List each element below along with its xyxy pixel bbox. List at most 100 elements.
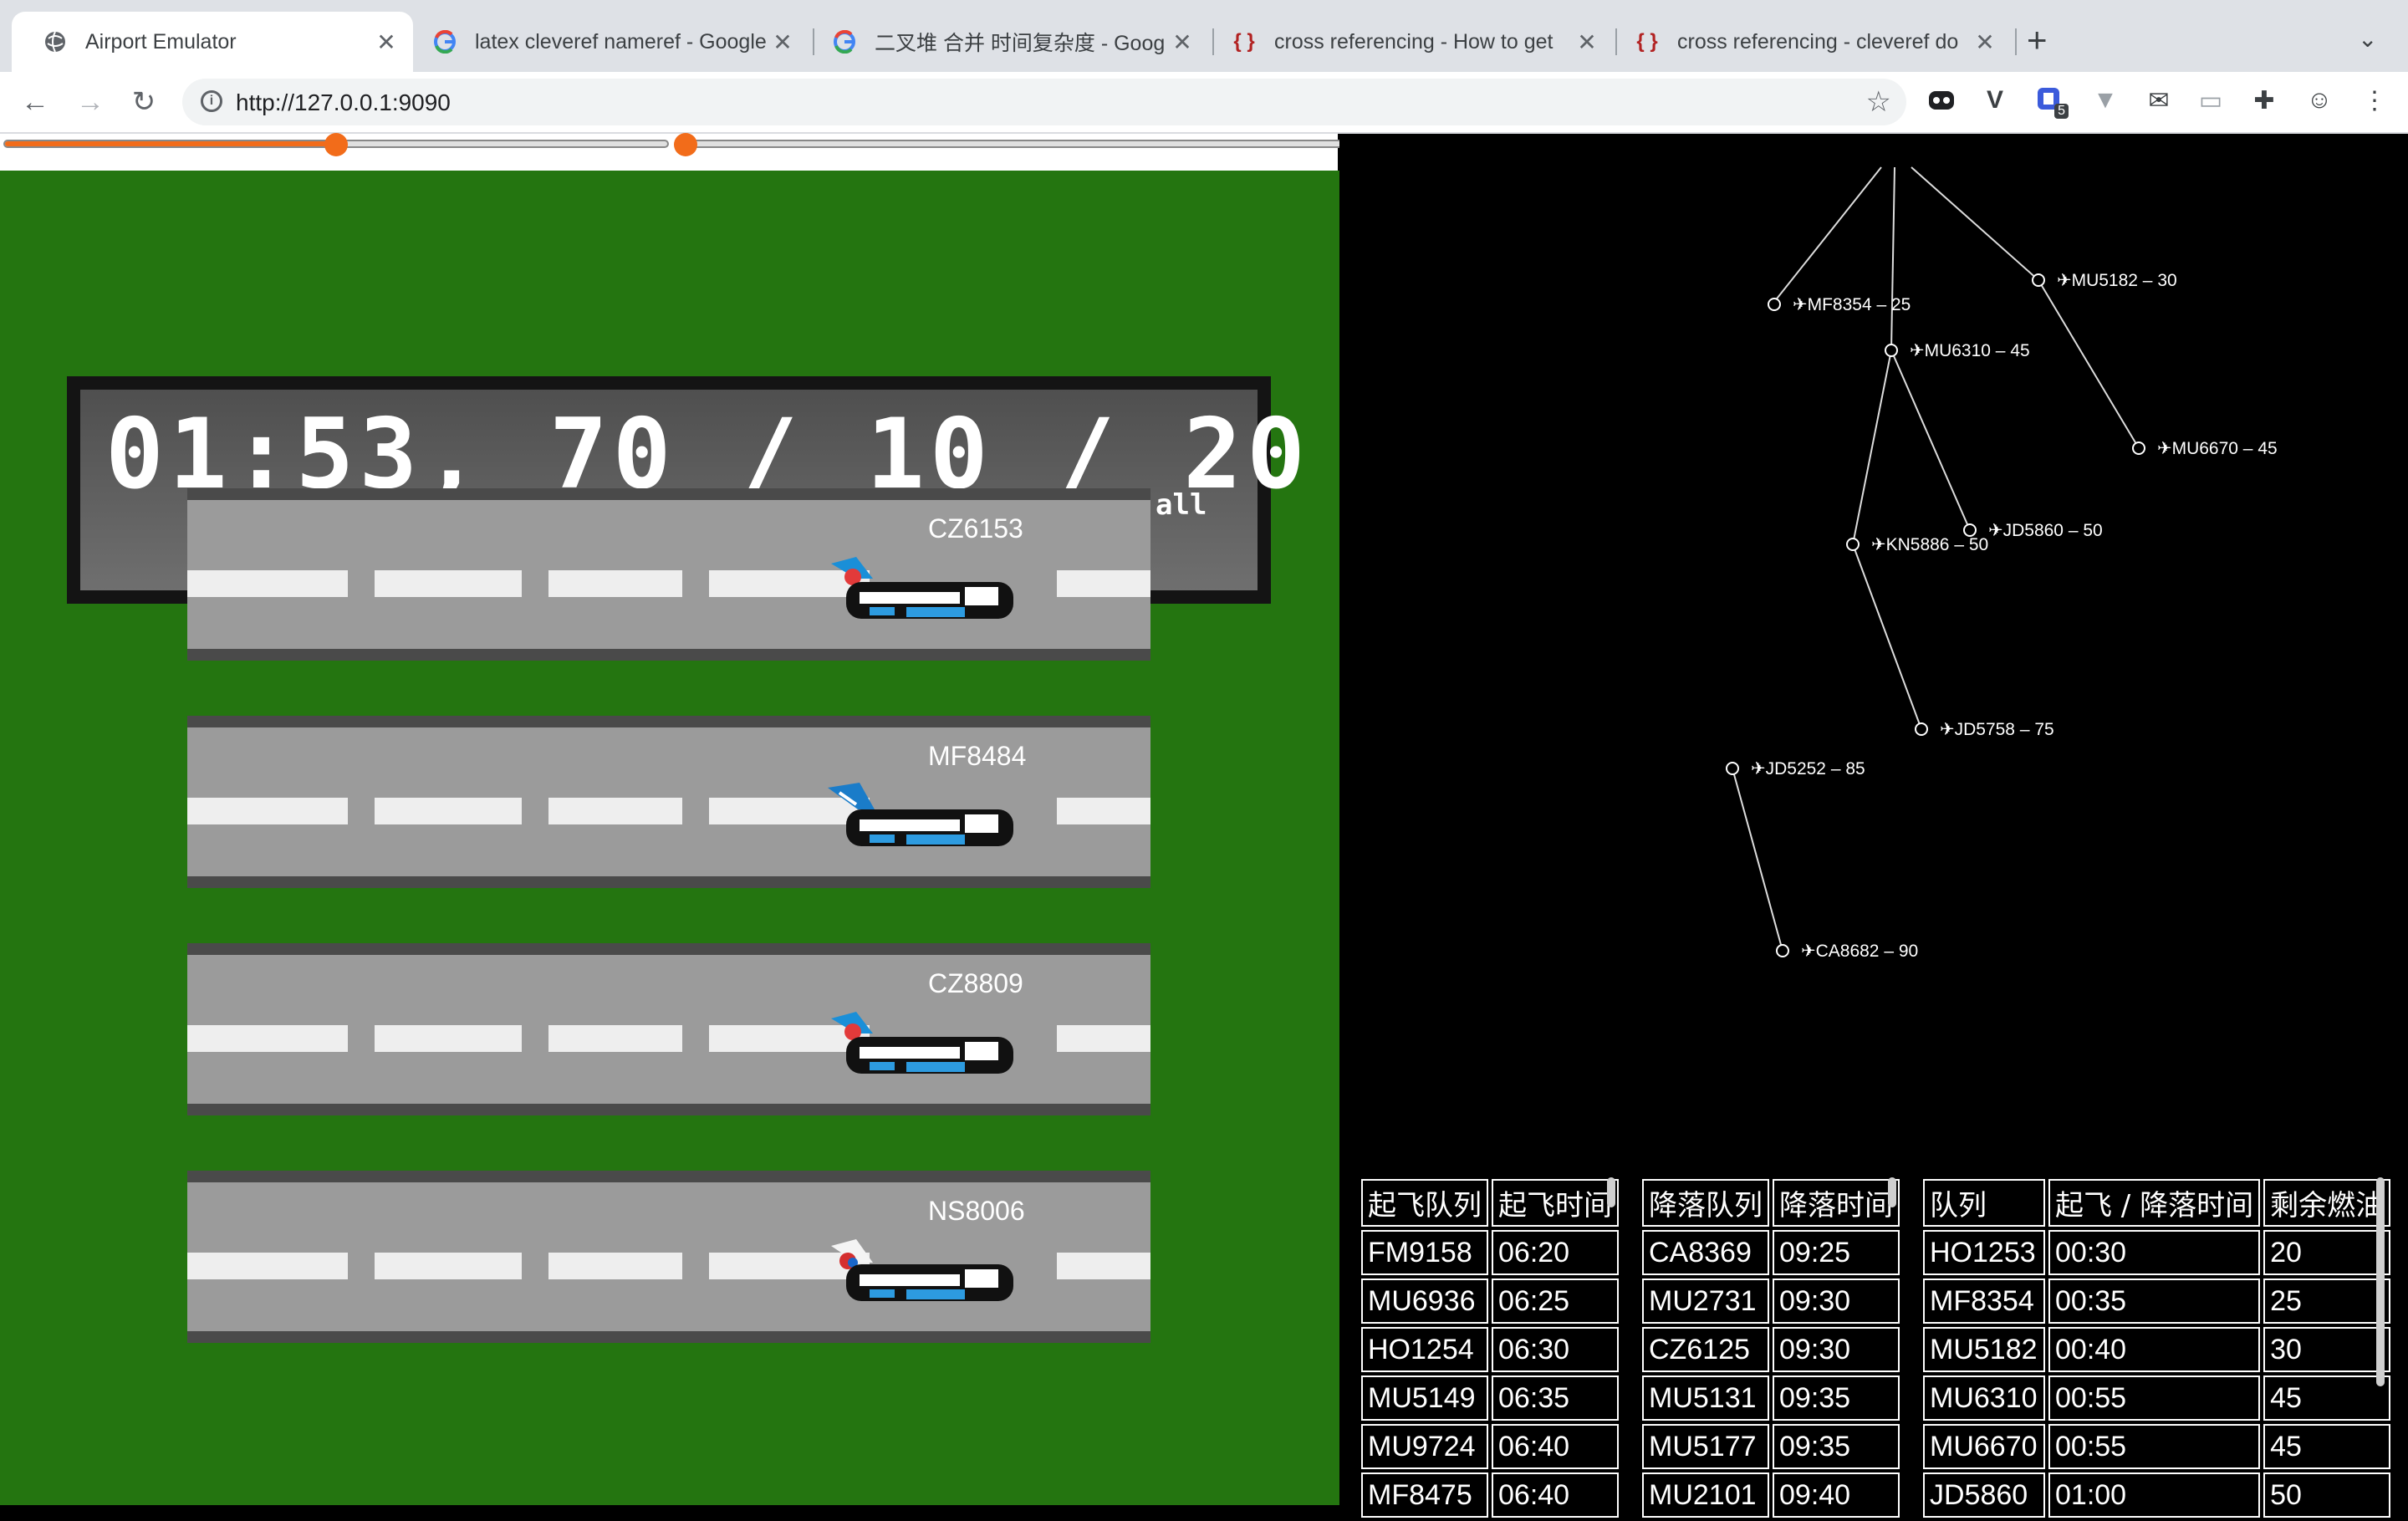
extension-badge-count: 5 (2054, 104, 2069, 119)
tab-google-heap[interactable]: 二叉堆 合并 时间复杂度 - Google ✕ (816, 12, 1209, 72)
tree-node-label: ✈CA8682 – 90 (1801, 942, 1918, 961)
table-row: MU9724 06:40 (1361, 1424, 1619, 1469)
airplane-icon (831, 557, 1013, 619)
flight-cell: HO1254 (1361, 1327, 1488, 1372)
tab-title: latex cleveref nameref - Google (475, 29, 766, 54)
table-header-row: 起飞队列 起飞时间 (1361, 1179, 1619, 1227)
info-icon[interactable]: i (201, 90, 222, 112)
tree-edge (1732, 768, 1783, 952)
document-icon[interactable]: ▭ (2192, 82, 2229, 119)
tab-title: cross referencing - How to get (1274, 29, 1553, 54)
tree-edge (1852, 350, 1892, 545)
takeoff-table-scrollbar[interactable] (1607, 1177, 1615, 1207)
flight-cell: MF8354 (1923, 1279, 2045, 1324)
menu-icon[interactable]: ⋮ (2356, 82, 2393, 119)
puzzle-icon[interactable]: ✚ (2246, 82, 2283, 119)
runway-2: MF8484 (187, 716, 1150, 888)
time-cell: 01:00 (2048, 1473, 2261, 1518)
extension-badge-icon[interactable]: 5 (2032, 82, 2069, 119)
time-cell: 06:25 (1492, 1279, 1619, 1324)
close-icon[interactable]: ✕ (1968, 28, 2002, 56)
tab-google-cleveref[interactable]: latex cleveref nameref - Google ✕ (416, 12, 809, 72)
bookmark-star-icon[interactable]: ☆ (1866, 85, 1891, 119)
tree-node-label: ✈KN5886 – 50 (1871, 535, 1988, 554)
queue-heap-tree: ✈MF8354 – 25 ✈MU5182 – 30 ✈MU6310 – 45 ✈… (1726, 166, 2278, 961)
close-icon[interactable]: ✕ (370, 28, 403, 56)
speed-slider-thumb[interactable] (324, 133, 348, 156)
close-icon[interactable]: ✕ (766, 28, 799, 56)
back-icon[interactable]: ← (17, 84, 54, 120)
runway-flight-label: CZ8809 (928, 968, 1023, 998)
tree-node-label: ✈JD5252 – 85 (1751, 759, 1865, 778)
time-cell: 09:30 (1773, 1327, 1900, 1372)
speed-slider[interactable] (3, 133, 669, 156)
time-cell: 00:30 (2048, 1230, 2261, 1275)
all-label: all (1156, 488, 1207, 522)
column-header: 队列 (1923, 1179, 2045, 1227)
flight-cell: HO1253 (1923, 1230, 2045, 1275)
close-icon[interactable]: ✕ (1570, 28, 1604, 56)
runway-1: CZ6153 (187, 488, 1150, 661)
tab-airport-emulator[interactable]: Airport Emulator ✕ (12, 12, 413, 72)
table-row: MF8475 06:40 (1361, 1473, 1619, 1518)
flight-cell: MU6310 (1923, 1376, 2045, 1421)
table-row: MU5131 09:35 (1642, 1376, 1900, 1421)
google-icon (833, 30, 856, 54)
tree-node-label: ✈MU6670 – 45 (2157, 439, 2278, 458)
flight-cell: CA8369 (1642, 1230, 1769, 1275)
flight-cell: MU5182 (1923, 1327, 2045, 1372)
flight-cell: CZ6125 (1642, 1327, 1769, 1372)
table-row: JD5860 01:00 50 (1923, 1473, 2391, 1518)
stackexchange-icon: { } (1636, 30, 1658, 53)
flight-cell: MU6936 (1361, 1279, 1488, 1324)
tab-title: 二叉堆 合并 时间复杂度 - Google (875, 32, 1166, 55)
extension-v-icon[interactable]: V (1977, 82, 2013, 119)
address-bar[interactable]: i http://127.0.0.1:9090 ☆ (182, 79, 1906, 125)
tree-node-ca8682: ✈CA8682 – 90 (1776, 942, 1918, 961)
time-cell: 06:40 (1492, 1473, 1619, 1518)
airplane-icon (831, 1012, 1013, 1074)
runway-flight-label: MF8484 (928, 741, 1027, 771)
stackexchange-icon: { } (1233, 30, 1255, 53)
tab-tex-stackexchange-1[interactable]: { } cross referencing - How to get ✕ (1216, 12, 1614, 72)
runway-flight-label: CZ6153 (928, 513, 1023, 544)
column-header: 起飞 / 降落时间 (2048, 1179, 2261, 1227)
airplane-icon (828, 783, 1013, 846)
priority-table-scrollbar[interactable] (2376, 1177, 2385, 1386)
new-tab-button[interactable]: + (2027, 22, 2048, 59)
flight-cell: MU2731 (1642, 1279, 1769, 1324)
tree-node-kn5886: ✈KN5886 – 50 (1846, 535, 1988, 554)
tab-title: Airport Emulator (85, 29, 237, 54)
landing-table-scrollbar[interactable] (1888, 1177, 1896, 1207)
time-cell: 09:25 (1773, 1230, 1900, 1275)
runway-3: CZ8809 (187, 943, 1150, 1115)
column-header: 起飞队列 (1361, 1179, 1488, 1227)
tab-tex-stackexchange-2[interactable]: { } cross referencing - cleveref do ✕ (1619, 12, 2012, 72)
landing-queue-table: 降落队列 降落时间 CA8369 09:25 MU2731 09:30 CZ6125… (1639, 1176, 1903, 1521)
mail-icon[interactable]: ✉ (2140, 82, 2177, 119)
tree-node-jd5758: ✈JD5758 – 75 (1915, 720, 2054, 739)
flight-cell: MU6670 (1923, 1424, 2045, 1469)
reload-icon[interactable]: ↻ (125, 84, 162, 120)
close-icon[interactable]: ✕ (1166, 28, 1199, 56)
tree-edge (1890, 350, 1971, 531)
extension-vue-icon[interactable]: ▼ (2087, 82, 2124, 119)
flight-cell: MU5149 (1361, 1376, 1488, 1421)
position-slider-thumb[interactable] (674, 133, 697, 156)
table-row: MU6670 00:55 45 (1923, 1424, 2391, 1469)
tab-separator (813, 28, 814, 55)
forward-icon[interactable]: → (72, 84, 109, 120)
position-slider[interactable] (674, 133, 1344, 156)
tab-search-icon[interactable]: ⌄ (2358, 25, 2377, 53)
profile-avatar-icon[interactable]: ☺ (2301, 82, 2338, 119)
time-cell: 00:40 (2048, 1327, 2261, 1372)
column-header: 剩余燃油 (2263, 1179, 2391, 1227)
column-header: 起飞时间 (1492, 1179, 1619, 1227)
extension-mask-icon[interactable] (1923, 82, 1960, 119)
fuel-cell: 45 (2263, 1376, 2391, 1421)
time-cell: 06:35 (1492, 1376, 1619, 1421)
tree-node-jd5252: ✈JD5252 – 85 (1726, 759, 1865, 778)
fuel-cell: 20 (2263, 1230, 2391, 1275)
table-row: MF8354 00:35 25 (1923, 1279, 2391, 1324)
fuel-cell: 25 (2263, 1279, 2391, 1324)
